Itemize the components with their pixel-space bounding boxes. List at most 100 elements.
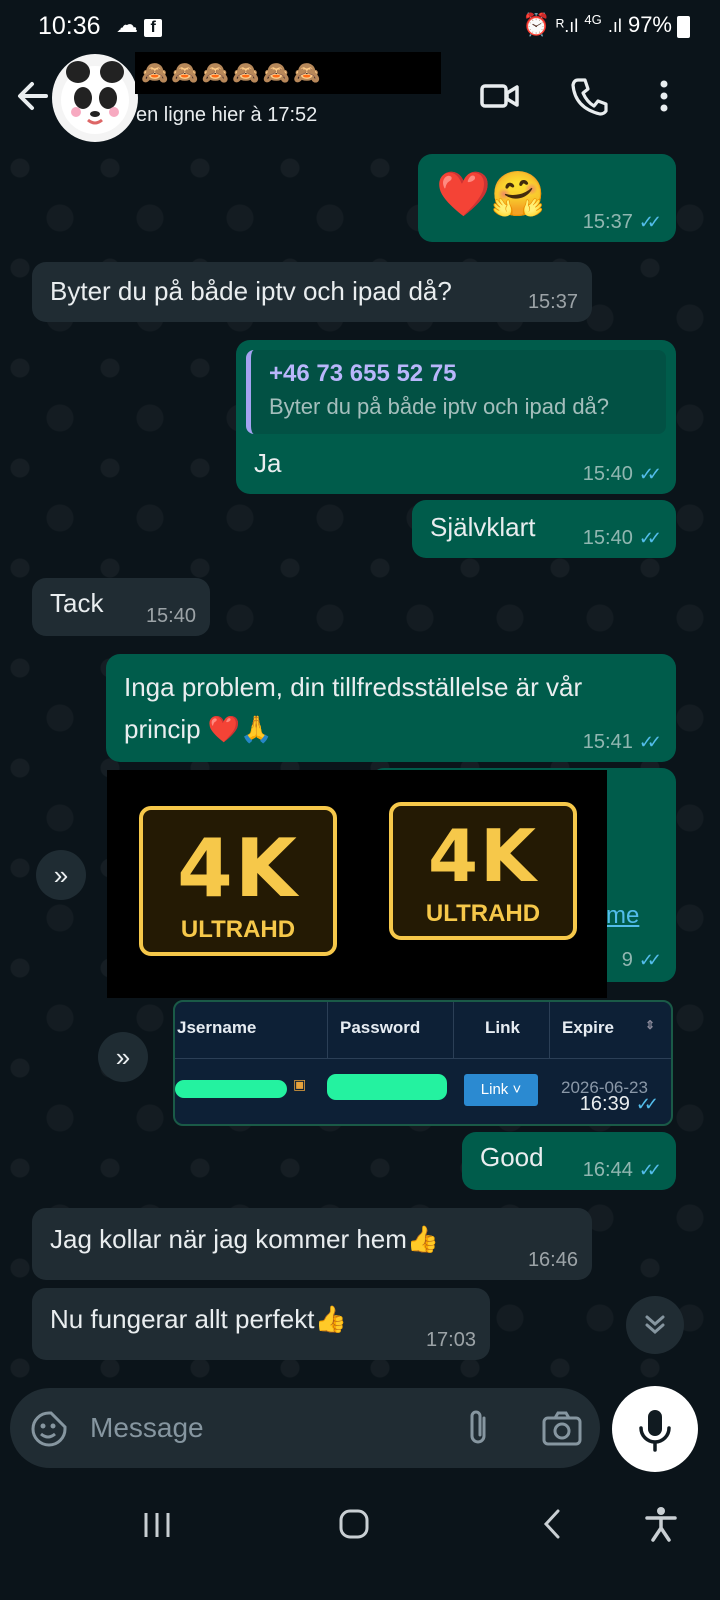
message-text: Självklart (430, 512, 536, 542)
message-time: 15:40 (145, 605, 196, 627)
read-ticks-icon: ✓✓ (638, 732, 662, 752)
redaction-scribble (327, 1074, 447, 1100)
message-meta: 9 ✓✓ (622, 949, 662, 972)
column-divider (549, 1002, 550, 1058)
back-nav-icon[interactable] (540, 1508, 564, 1545)
message-bubble-outgoing[interactable]: Inga problem, din tillfredsställelse är … (106, 654, 676, 762)
sort-icon: ⇕ (645, 1018, 656, 1032)
link-button-label: Link (480, 1081, 509, 1098)
message-time: 15:40 (582, 527, 633, 549)
message-time: 16:39 (579, 1093, 630, 1115)
quoted-text: Byter du på både iptv och ipad då? (269, 394, 610, 419)
message-bubble-incoming[interactable]: Byter du på både iptv och ipad då? 15:37 (32, 262, 592, 322)
read-ticks-icon: ✓✓ (635, 1094, 659, 1114)
message-meta: 15:41 ✓✓ (583, 731, 662, 754)
message-meta: 15:40 (146, 605, 196, 628)
message-time: 15:37 (527, 291, 578, 313)
message-text: Byter du på både iptv och ipad då? (50, 276, 452, 306)
phone-call-icon[interactable] (570, 76, 608, 121)
read-ticks-icon: ✓✓ (638, 212, 662, 232)
message-bubble-incoming[interactable]: Tack 15:40 (32, 578, 210, 636)
read-ticks-icon: ✓✓ (638, 1160, 662, 1180)
read-ticks-icon: ✓✓ (638, 464, 662, 484)
chat-header: 🙈🙈🙈🙈🙈🙈 en ligne hier à 17:52 (0, 52, 720, 148)
message-time: 16:44 (582, 1159, 633, 1181)
attach-paperclip-icon[interactable] (464, 1408, 492, 1453)
message-time: 17:03 (425, 1329, 476, 1351)
more-options-icon[interactable] (654, 76, 674, 121)
table-link-button: Link ˅ (464, 1074, 538, 1106)
column-divider (327, 1002, 328, 1058)
message-text: Jag kollar när jag kommer hem👍 (50, 1224, 440, 1254)
microphone-icon (639, 1410, 671, 1452)
message-text: ❤️🤗 (436, 170, 546, 219)
message-time: 15:41 (582, 731, 633, 753)
home-icon[interactable] (338, 1508, 370, 1545)
message-input[interactable]: Message (90, 1412, 204, 1444)
message-link-fragment[interactable]: me (606, 902, 639, 930)
scroll-to-bottom-button[interactable] (626, 1296, 684, 1354)
message-text: Inga problem, din tillfredsställelse är … (124, 666, 582, 750)
message-meta: 16:46 (528, 1249, 578, 1272)
message-bubble-outgoing[interactable]: Självklart 15:40 ✓✓ (412, 500, 676, 558)
message-meta: 15:37 (528, 291, 578, 314)
image-credentials-table[interactable]: Jsername Password Link Expire ⇕ ▣ Link ˅… (173, 1000, 673, 1126)
battery-percent: 97% (627, 12, 672, 37)
battery-icon (677, 16, 690, 38)
contact-name[interactable]: 🙈🙈🙈🙈🙈🙈 (135, 52, 441, 94)
message-bubble-incoming[interactable]: Nu fungerar allt perfekt👍 17:03 (32, 1288, 490, 1360)
4k-badge-label: 4K (177, 822, 299, 915)
column-divider (453, 1002, 454, 1058)
status-notification-icons: ☁ f (116, 12, 163, 38)
forward-icon[interactable]: » (36, 850, 86, 900)
message-text-line: princip ❤️🙏 (124, 714, 273, 744)
message-meta: 15:40 ✓✓ (583, 463, 662, 486)
signal-icon-2: .ıl (607, 16, 622, 36)
emoji-sticker-icon[interactable] (30, 1410, 68, 1453)
forward-icon[interactable]: » (98, 1032, 148, 1082)
message-bubble-outgoing[interactable]: ❤️🤗 15:37 ✓✓ (418, 154, 676, 242)
read-ticks-icon: ✓✓ (638, 950, 662, 970)
recent-apps-icon[interactable] (142, 1510, 172, 1545)
message-meta: 15:40 ✓✓ (583, 527, 662, 550)
accessibility-icon[interactable] (644, 1506, 678, 1547)
message-bubble-incoming[interactable]: Jag kollar när jag kommer hem👍 16:46 (32, 1208, 592, 1280)
message-input-bar[interactable]: Message (10, 1388, 600, 1468)
table-header-cell: Password (340, 1018, 421, 1037)
message-time: 15:40 (582, 463, 633, 485)
message-meta: 16:44 ✓✓ (583, 1159, 662, 1182)
4k-badge: 4K ULTRAHD (139, 806, 337, 956)
back-arrow-icon[interactable] (16, 76, 50, 116)
message-text: Good (480, 1142, 544, 1172)
status-right-icons: ⏰ ᴿ.ıl 4G .ıl 97% (523, 12, 672, 38)
message-text: Ja (254, 448, 282, 478)
quoted-sender: +46 73 655 52 75 (269, 360, 457, 387)
message-text: Tack (50, 588, 104, 618)
status-time: 10:36 (38, 12, 101, 40)
message-text: Nu fungerar allt perfekt👍 (50, 1304, 347, 1334)
read-ticks-icon: ✓✓ (638, 528, 662, 548)
double-chevron-down-icon (645, 1315, 665, 1334)
table-header-cell: Expire (562, 1018, 614, 1037)
network-type: 4G (584, 12, 602, 27)
alarm-icon: ⏰ (522, 12, 550, 37)
video-call-icon[interactable] (480, 76, 520, 121)
message-bubble-outgoing-reply[interactable]: +46 73 655 52 75 Byter du på både iptv o… (236, 340, 676, 494)
4k-badge-label: 4K (428, 814, 538, 898)
message-time: 15:37 (582, 211, 633, 233)
message-meta: 15:37 ✓✓ (583, 211, 662, 234)
camera-icon[interactable] (542, 1410, 582, 1451)
4k-badge-sub: ULTRAHD (180, 916, 296, 943)
copy-icon: ▣ (293, 1076, 307, 1092)
avatar[interactable] (52, 54, 138, 142)
message-bubble-outgoing[interactable]: Good 16:44 ✓✓ (462, 1132, 676, 1190)
contact-status: en ligne hier à 17:52 (136, 104, 318, 126)
status-bar: 10:36 ☁ f ⏰ ᴿ.ıl 4G .ıl 97% (0, 0, 720, 52)
signal-icon: ᴿ.ıl (556, 16, 579, 36)
message-time: 16:46 (527, 1249, 578, 1271)
image-4k-ultrahd[interactable]: 4K ULTRAHD 4K ULTRAHD (107, 770, 607, 998)
quoted-message[interactable]: +46 73 655 52 75 Byter du på både iptv o… (246, 350, 666, 434)
message-meta: 16:39 ✓✓ (580, 1093, 659, 1116)
voice-record-button[interactable] (612, 1386, 698, 1472)
message-meta: 17:03 (426, 1329, 476, 1352)
